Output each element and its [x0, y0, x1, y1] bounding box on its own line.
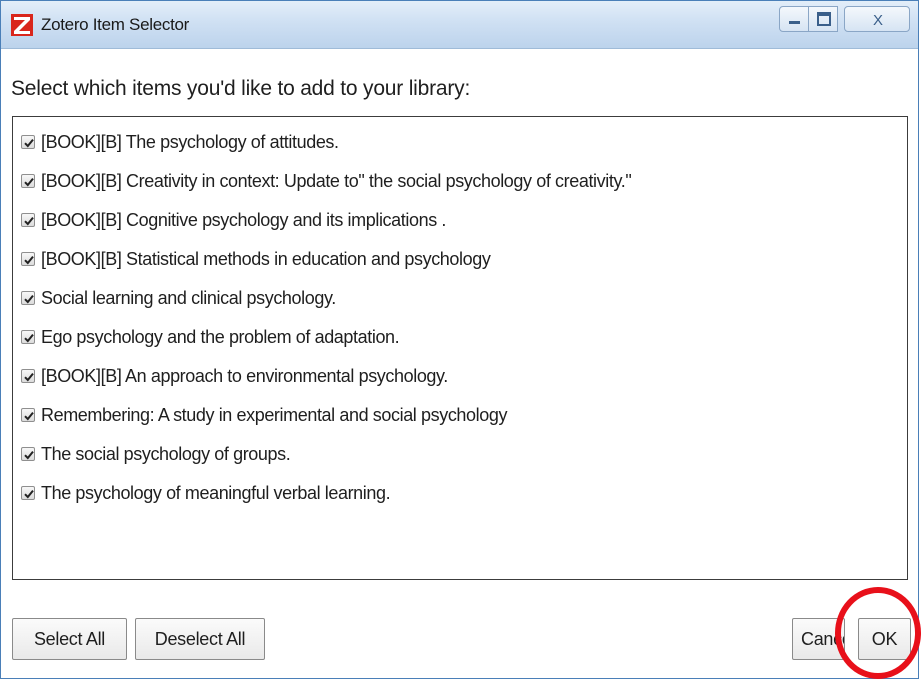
- list-item[interactable]: The psychology of meaningful verbal lear…: [21, 478, 391, 508]
- minimize-button[interactable]: [779, 6, 809, 32]
- item-label: [BOOK][B] An approach to environmental p…: [41, 365, 448, 386]
- checkmark-icon: [24, 294, 34, 304]
- item-checkbox[interactable]: [21, 174, 35, 188]
- list-item[interactable]: [BOOK][B] An approach to environmental p…: [21, 361, 448, 391]
- instruction-text: Select which items you'd like to add to …: [11, 77, 471, 100]
- minimize-icon: [789, 21, 800, 24]
- item-checkbox[interactable]: [21, 213, 35, 227]
- item-label: [BOOK][B] The psychology of attitudes.: [41, 131, 339, 152]
- svg-text:X: X: [873, 12, 883, 29]
- zotero-logo-icon: [11, 14, 33, 36]
- checkmark-icon: [24, 411, 34, 421]
- item-label: The psychology of meaningful verbal lear…: [41, 482, 391, 503]
- close-icon: X: [873, 12, 883, 29]
- maximize-button[interactable]: [808, 6, 838, 32]
- list-item[interactable]: The social psychology of groups.: [21, 439, 291, 469]
- zotero-item-selector-window: Zotero Item Selector X Select which item…: [0, 0, 919, 679]
- checkmark-icon: [24, 216, 34, 226]
- ok-button[interactable]: OK: [858, 618, 911, 660]
- item-label: [BOOK][B] Creativity in context: Update …: [41, 170, 632, 191]
- item-checkbox[interactable]: [21, 252, 35, 266]
- list-item[interactable]: Social learning and clinical psychology.: [21, 283, 336, 313]
- item-checkbox[interactable]: [21, 330, 35, 344]
- checkmark-icon: [24, 138, 34, 148]
- list-item[interactable]: [BOOK][B] Statistical methods in educati…: [21, 244, 491, 274]
- item-label: [BOOK][B] Cognitive psychology and its i…: [41, 209, 446, 230]
- checkmark-icon: [24, 372, 34, 382]
- cancel-button[interactable]: Cancel: [792, 618, 845, 660]
- title-bar[interactable]: Zotero Item Selector X: [1, 1, 918, 49]
- list-item[interactable]: [BOOK][B] Cognitive psychology and its i…: [21, 205, 446, 235]
- select-all-button[interactable]: Select All: [12, 618, 127, 660]
- deselect-all-button[interactable]: Deselect All: [135, 618, 265, 660]
- item-checkbox[interactable]: [21, 408, 35, 422]
- item-checkbox[interactable]: [21, 447, 35, 461]
- list-item[interactable]: [BOOK][B] The psychology of attitudes.: [21, 127, 339, 157]
- window-title: Zotero Item Selector: [41, 15, 190, 34]
- checkmark-icon: [24, 489, 34, 499]
- maximize-icon: [817, 12, 831, 26]
- item-label: Social learning and clinical psychology.: [41, 287, 336, 308]
- item-checkbox[interactable]: [21, 486, 35, 500]
- checkmark-icon: [24, 177, 34, 187]
- list-item[interactable]: [BOOK][B] Creativity in context: Update …: [21, 166, 632, 196]
- checkmark-icon: [24, 450, 34, 460]
- close-button[interactable]: X: [844, 6, 910, 32]
- checkmark-icon: [24, 255, 34, 265]
- item-label: The social psychology of groups.: [41, 443, 291, 464]
- list-item[interactable]: Ego psychology and the problem of adapta…: [21, 322, 400, 352]
- list-item[interactable]: Remembering: A study in experimental and…: [21, 400, 507, 430]
- item-label: Ego psychology and the problem of adapta…: [41, 326, 400, 347]
- item-label: [BOOK][B] Statistical methods in educati…: [41, 248, 491, 269]
- item-checkbox[interactable]: [21, 135, 35, 149]
- item-label: Remembering: A study in experimental and…: [41, 404, 508, 425]
- item-list[interactable]: [BOOK][B] The psychology of attitudes. [B…: [12, 116, 908, 580]
- item-checkbox[interactable]: [21, 369, 35, 383]
- checkmark-icon: [24, 333, 34, 343]
- item-checkbox[interactable]: [21, 291, 35, 305]
